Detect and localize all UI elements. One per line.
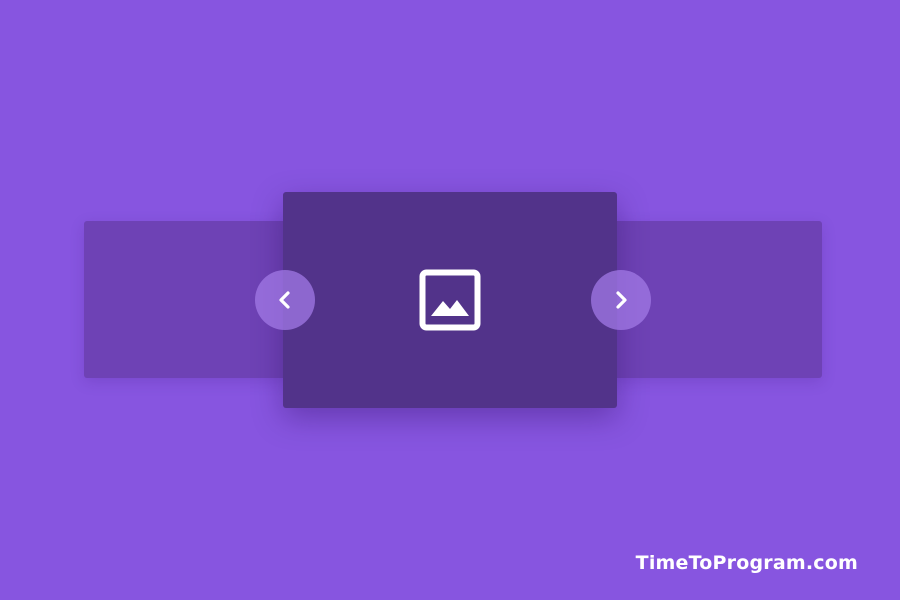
chevron-right-icon (616, 291, 627, 309)
brand-watermark: TimeToProgram.com (635, 552, 858, 574)
prev-button[interactable] (255, 270, 315, 330)
next-button[interactable] (591, 270, 651, 330)
carousel (0, 0, 900, 600)
current-slide (283, 192, 617, 408)
chevron-left-icon (279, 291, 290, 309)
image-icon (419, 269, 481, 331)
